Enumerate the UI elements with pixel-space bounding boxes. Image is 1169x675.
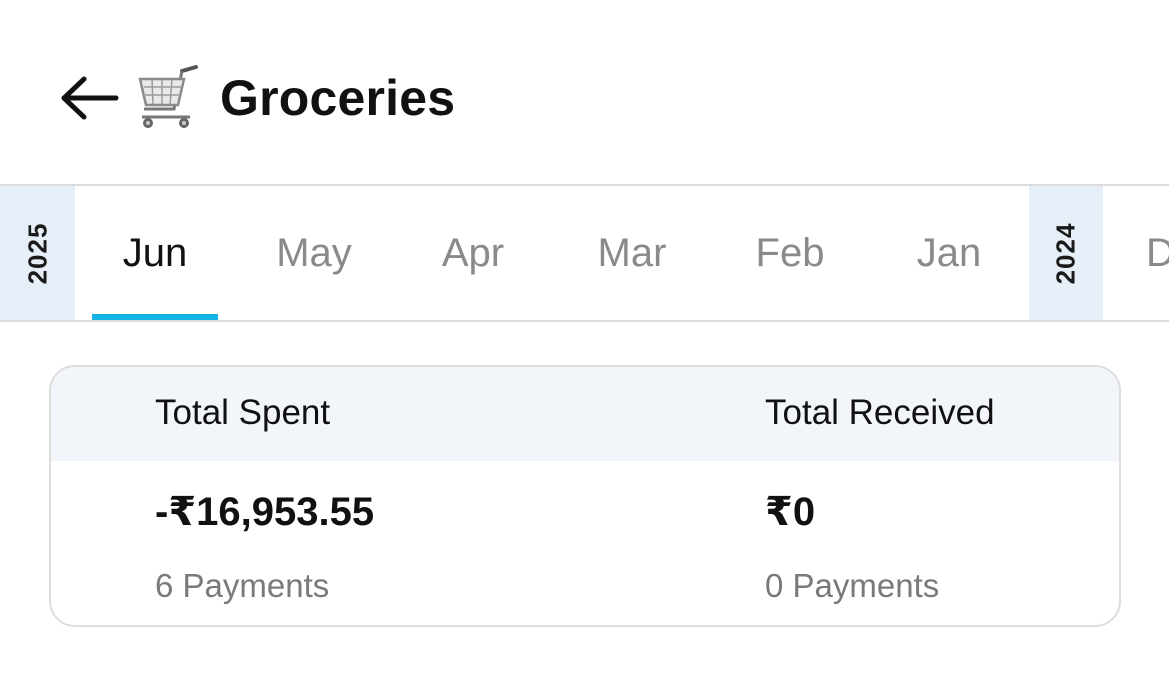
- year-label: 2025: [22, 222, 52, 284]
- month-tab-jun[interactable]: Jun: [92, 186, 218, 320]
- month-label: D: [1146, 231, 1169, 276]
- month-label: May: [276, 230, 352, 275]
- month-tab-jan[interactable]: Jan: [888, 186, 1010, 320]
- month-label: Mar: [597, 230, 667, 275]
- month-label: Jan: [916, 230, 982, 275]
- month-tab-mar[interactable]: Mar: [570, 186, 694, 320]
- summary-card: Total Spent Total Received -₹16,953.55 ₹…: [49, 365, 1121, 627]
- month-label: Feb: [755, 230, 825, 275]
- shopping-cart-icon: [134, 65, 200, 131]
- month-label: Jun: [122, 230, 188, 275]
- page-header: Groceries: [60, 62, 455, 134]
- year-divider-2024: 2024: [1029, 186, 1103, 320]
- month-selector[interactable]: 2025 Jun May Apr Mar Feb Jan 2024: [0, 184, 1169, 322]
- year-label: 2024: [1050, 222, 1081, 284]
- arrow-left-icon: [61, 76, 119, 120]
- year-divider-2025: 2025: [0, 186, 75, 320]
- spent-payments-count[interactable]: 6 Payments: [155, 567, 329, 605]
- category-detail-page: Groceries 2025 Jun May Apr Mar Feb Jan 2…: [0, 0, 1169, 675]
- total-spent-label: Total Spent: [155, 393, 331, 432]
- page-title: Groceries: [220, 70, 456, 126]
- month-tab-apr[interactable]: Apr: [412, 186, 534, 320]
- month-tab-dec[interactable]: D: [1138, 186, 1169, 320]
- received-payments-count[interactable]: 0 Payments: [765, 567, 939, 605]
- total-spent-amount: -₹16,953.55: [155, 490, 375, 534]
- total-received-amount: ₹0: [765, 490, 816, 534]
- month-label: Apr: [441, 230, 505, 275]
- total-received-label: Total Received: [765, 393, 995, 432]
- back-button[interactable]: [60, 68, 120, 128]
- month-tab-feb[interactable]: Feb: [728, 186, 852, 320]
- active-tab-indicator: [92, 314, 218, 320]
- month-tab-may[interactable]: May: [252, 186, 376, 320]
